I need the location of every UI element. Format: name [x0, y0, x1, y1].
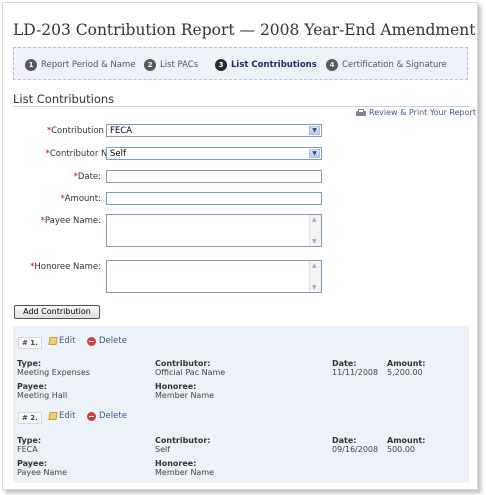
date-label: *Date: [73, 172, 101, 182]
chevron-down-icon: ▼ [309, 126, 320, 135]
entry-number: # 1. [18, 337, 42, 349]
chevron-down-icon: ▼ [309, 149, 320, 158]
type-value: Meeting Expenses [17, 368, 90, 377]
amount-value: 500.00 [387, 445, 415, 454]
delete-icon [87, 411, 96, 421]
contributor-value: Self [155, 445, 171, 454]
step-label: List Contributions [231, 60, 317, 70]
contributor-value: Official Pac Name [155, 368, 226, 377]
step-certification[interactable]: 4 Certification & Signature [326, 58, 447, 72]
honoree-name-textarea[interactable]: ▲ ▼ [106, 260, 322, 293]
step-number-icon: 4 [326, 59, 338, 71]
step-number-icon: 3 [215, 59, 227, 71]
contribution-entry: # 2. Edit Delete Type: FECA Contributor:… [13, 404, 469, 483]
edit-icon [48, 412, 58, 420]
page-title: LD-203 Contribution Report — 2008 Year-E… [13, 21, 476, 39]
date-value: 11/11/2008 [332, 368, 379, 377]
payee-value: Payee Name [17, 468, 68, 477]
scrollbar[interactable]: ▲ ▼ [309, 215, 321, 246]
edit-icon [48, 337, 58, 345]
date-value: 09/16/2008 [332, 445, 379, 454]
delete-icon [87, 336, 96, 346]
honoree-value: Member Name [155, 391, 215, 400]
payee-header: Payee: [17, 382, 48, 391]
review-print-link[interactable]: Review & Print Your Report [356, 108, 476, 117]
amount-input[interactable] [106, 192, 322, 205]
step-label: Certification & Signature [342, 60, 447, 70]
delete-link[interactable]: Delete [87, 336, 127, 346]
step-list-contributions[interactable]: 3 List Contributions [215, 58, 317, 72]
step-label: List PACs [160, 60, 199, 70]
printer-icon [356, 108, 366, 117]
report-window: LD-203 Contribution Report — 2008 Year-E… [2, 2, 478, 490]
section-title: List Contributions [13, 92, 115, 106]
honoree-header: Honoree: [155, 459, 197, 468]
honoree-value: Member Name [155, 468, 215, 477]
step-report-period[interactable]: 1 Report Period & Name [25, 58, 136, 72]
payee-name-label: *Payee Name: [40, 216, 101, 226]
edit-link[interactable]: Edit [48, 336, 75, 346]
edit-link[interactable]: Edit [48, 411, 75, 421]
type-value: FECA [17, 445, 38, 454]
payee-name-textarea[interactable]: ▲ ▼ [106, 214, 322, 247]
section-divider [13, 106, 469, 107]
type-header: Type: [17, 436, 42, 445]
payee-header: Payee: [17, 459, 48, 468]
wizard-steps: 1 Report Period & Name 2 List PACs 3 Lis… [13, 47, 468, 80]
date-input[interactable] [106, 170, 322, 183]
contributor-header: Contributor: [155, 436, 211, 445]
amount-label: *Amount: [60, 194, 101, 204]
amount-value: 5,200.00 [387, 368, 423, 377]
delete-link[interactable]: Delete [87, 411, 127, 421]
date-header: Date: [332, 359, 357, 368]
honoree-name-label: *Honoree Name: [30, 262, 101, 272]
amount-header: Amount: [387, 436, 426, 445]
contribution-type-select[interactable]: FECA ▼ [106, 124, 322, 137]
amount-header: Amount: [387, 359, 426, 368]
honoree-header: Honoree: [155, 382, 197, 391]
review-print-label: Review & Print Your Report [369, 108, 476, 117]
date-header: Date: [332, 436, 357, 445]
scrollbar[interactable]: ▲ ▼ [309, 261, 321, 292]
payee-value: Meeting Hall [17, 391, 68, 400]
step-list-pacs[interactable]: 2 List PACs [144, 58, 198, 72]
step-label: Report Period & Name [41, 60, 136, 70]
step-number-icon: 1 [25, 59, 37, 71]
entry-number: # 2. [18, 412, 42, 424]
contributor-name-select[interactable]: Self ▼ [106, 147, 322, 160]
add-contribution-button[interactable]: Add Contribution [14, 305, 100, 319]
contributor-header: Contributor: [155, 359, 211, 368]
type-header: Type: [17, 359, 42, 368]
contribution-entry: # 1. Edit Delete Type: Meeting Expenses … [13, 326, 469, 404]
step-number-icon: 2 [144, 59, 156, 71]
